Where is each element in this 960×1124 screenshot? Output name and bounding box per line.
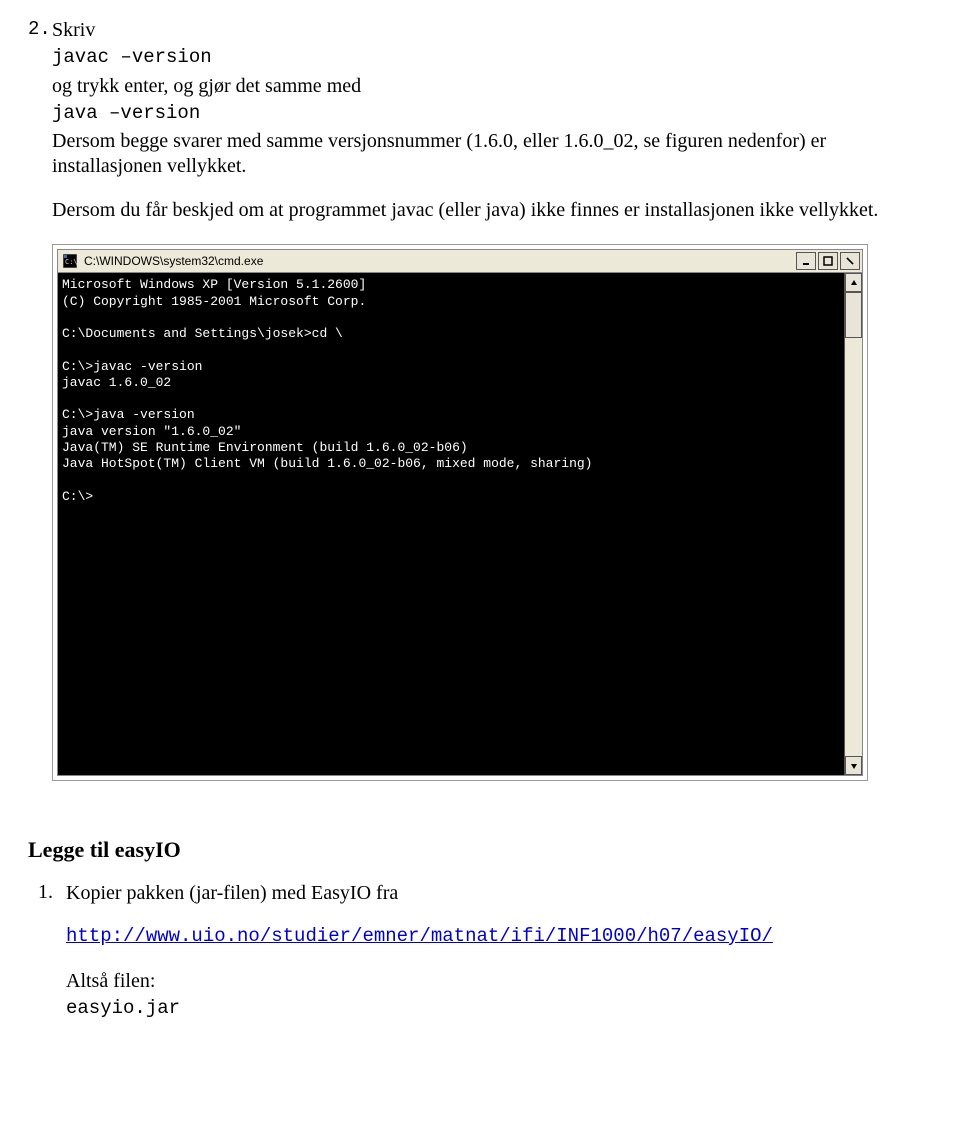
- easyio-step1-num: 1.: [28, 881, 66, 1024]
- scrollbar[interactable]: [844, 273, 862, 775]
- cmd-title: C:\WINDOWS\system32\cmd.exe: [82, 254, 796, 268]
- minimize-button[interactable]: [796, 252, 816, 270]
- maximize-button[interactable]: [818, 252, 838, 270]
- step-line3: Dersom du får beskjed om at programmet j…: [52, 198, 932, 222]
- console-output: Microsoft Windows XP [Version 5.1.2600] …: [58, 273, 844, 775]
- step-line1b: og trykk enter, og gjør det samme med: [52, 74, 932, 98]
- step-number: 2.: [28, 18, 52, 226]
- easyio-step1-text: Kopier pakken (jar-filen) med EasyIO fra: [66, 881, 932, 905]
- step-line2: Dersom begge svarer med samme versjonsnu…: [52, 129, 932, 178]
- step-write: Skriv: [52, 18, 932, 42]
- easyio-heading: Legge til easyIO: [28, 837, 932, 863]
- cmd-titlebar: C:\ C:\WINDOWS\system32\cmd.exe: [57, 249, 863, 273]
- cmd-icon: C:\: [62, 253, 78, 269]
- code-javac-version: javac –version: [52, 46, 932, 69]
- code-java-version: java –version: [52, 102, 932, 125]
- scroll-up-button[interactable]: [845, 273, 862, 292]
- scroll-thumb[interactable]: [845, 292, 862, 338]
- easyio-filename: easyio.jar: [66, 997, 932, 1020]
- svg-text:C:\: C:\: [65, 258, 77, 266]
- scroll-down-button[interactable]: [845, 756, 862, 775]
- scroll-track[interactable]: [845, 292, 862, 756]
- cmd-window: C:\ C:\WINDOWS\system32\cmd.exe Microsof…: [52, 244, 868, 781]
- easyio-altsa: Altså filen:: [66, 969, 932, 993]
- close-button[interactable]: [840, 252, 860, 270]
- easyio-url-link[interactable]: http://www.uio.no/studier/emner/matnat/i…: [66, 925, 773, 947]
